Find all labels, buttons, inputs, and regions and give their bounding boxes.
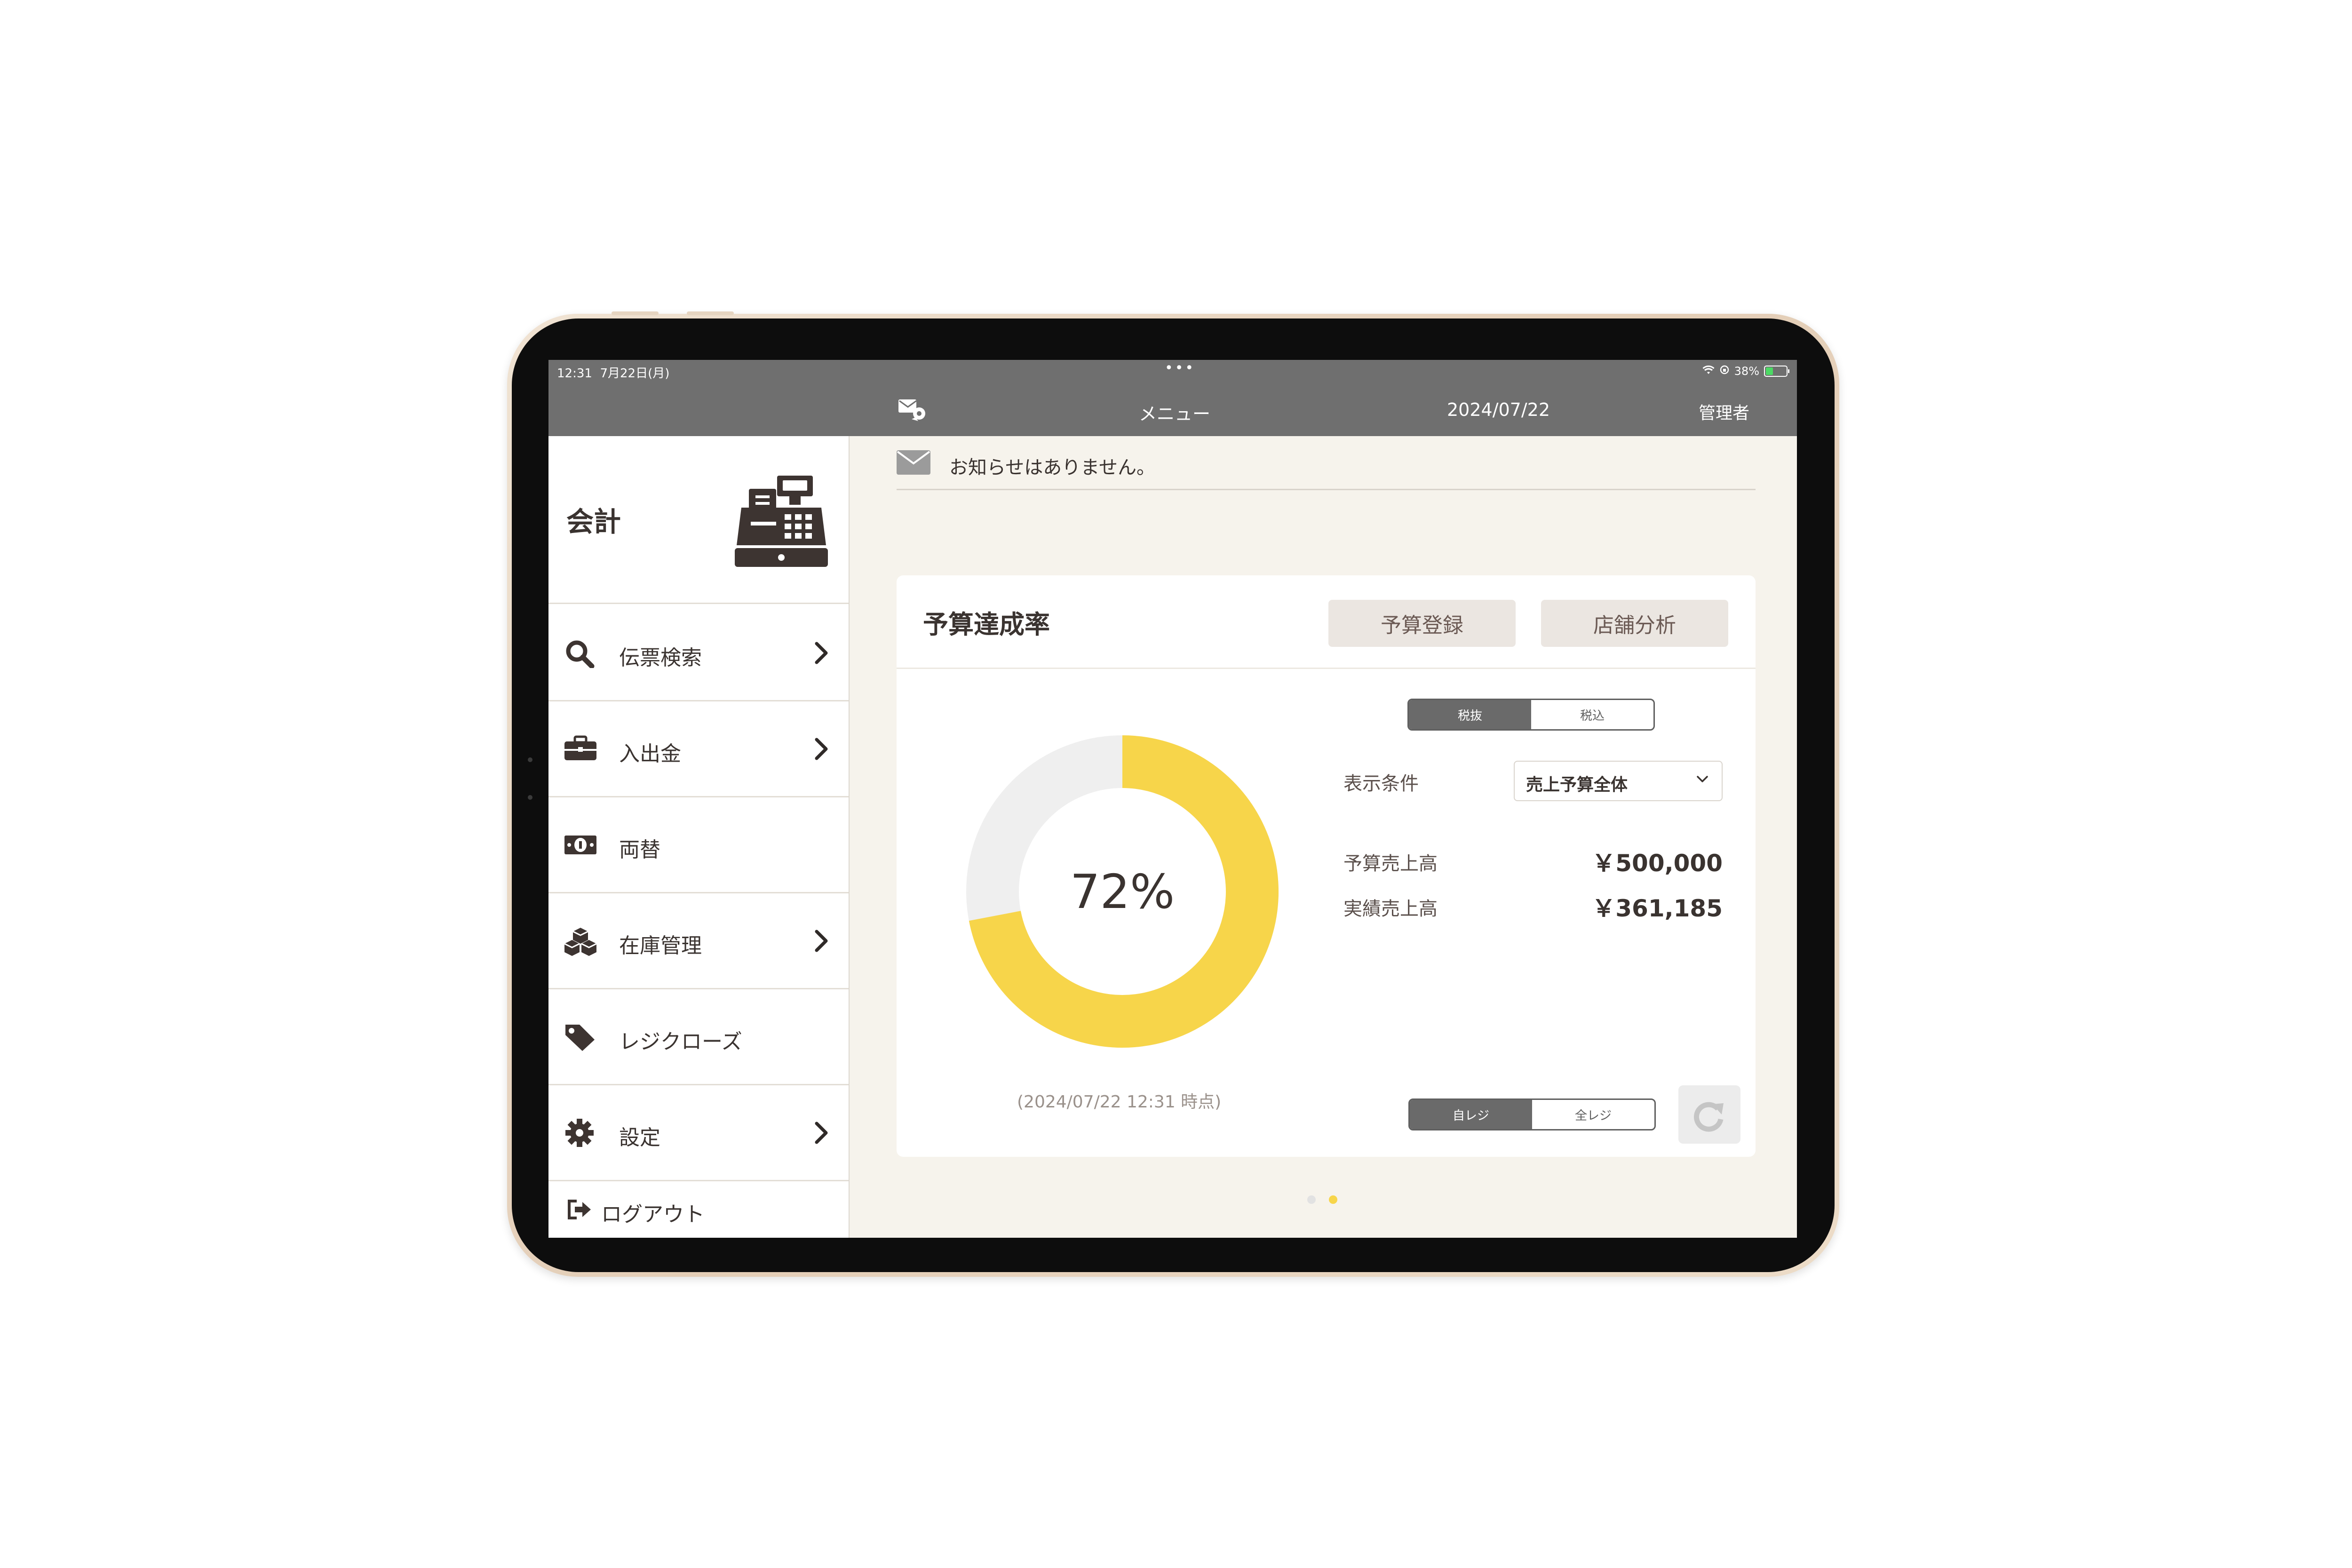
sidebar-item-cash-in-out[interactable]: 入出金 [548,700,849,797]
sidebar-item-inventory[interactable]: 在庫管理 [548,892,849,989]
camera-dot [528,757,532,762]
sidebar-item-label: 設定 [619,1126,660,1150]
budget-register-button[interactable]: 予算登録 [1328,600,1516,647]
notice-text: お知らせはありません。 [949,457,1155,478]
notice-bar[interactable]: お知らせはありません。 [897,446,1756,490]
logout-button[interactable]: ログアウト [548,1181,849,1238]
budget-card: 予算達成率 予算登録 店舗分析 税抜 税込 表示条件 売上予算全体 予算売上高 … [897,575,1756,1157]
page-indicator-dot[interactable] [1307,1195,1316,1204]
refresh-button[interactable] [1678,1085,1740,1144]
chevron-right-icon [815,930,828,952]
condition-select[interactable]: 売上予算全体 [1514,761,1723,801]
status-time: 12:31 7月22日(月) [557,366,670,381]
sidebar-title: 会計 [566,506,621,538]
volume-up-button [612,311,659,315]
budget-sales-value: ￥500,000 [1592,850,1723,877]
sensor-dot [528,795,532,800]
sidebar-item-label: 入出金 [619,742,681,766]
page-indicator-dot[interactable] [1329,1195,1337,1204]
refresh-icon [1693,1102,1724,1132]
card-header: 予算達成率 予算登録 店舗分析 [897,575,1756,669]
chevron-down-icon [1697,776,1708,782]
status-indicators: 38% [1702,365,1789,378]
user-role[interactable]: 管理者 [1699,399,1749,424]
sidebar-item-label: 在庫管理 [619,934,702,958]
search-icon [566,640,595,668]
all-registers-option[interactable]: 全レジ [1532,1100,1654,1129]
sidebar-item-label: 両替 [619,838,660,862]
sidebar-item-label: レジクローズ [619,1030,742,1054]
volume-down-button [687,311,734,315]
orientation-lock-icon [1719,365,1730,378]
tag-icon [565,1025,595,1051]
multitask-dots[interactable]: ••• [1165,360,1195,376]
tax-excluded-option[interactable]: 税抜 [1409,700,1531,729]
tax-included-option[interactable]: 税込 [1531,700,1653,729]
sidebar-header[interactable]: 会計 [548,436,849,604]
cash-register-icon [735,476,828,567]
register-scope-toggle: 自レジ 全レジ [1408,1098,1656,1130]
chevron-right-icon [815,642,828,664]
logout-label: ログアウト [601,1202,705,1226]
screen: 12:31 7月22日(月) ••• 38% メニュー 2024/07/22 管… [548,360,1797,1238]
sidebar-item-register-close[interactable]: レジクローズ [548,988,849,1085]
nav-date: 2024/07/22 [1447,399,1550,420]
achievement-percent: 72% [1070,864,1175,919]
banknote-icon [564,836,596,854]
sidebar-item-settings[interactable]: 設定 [548,1084,849,1181]
battery-percent: 38% [1734,365,1759,378]
boxes-icon [564,928,597,956]
actual-sales-value: ￥361,185 [1592,895,1723,922]
sidebar-item-exchange[interactable]: 両替 [548,796,849,893]
gear-icon [565,1119,594,1147]
actual-sales-label: 実績売上高 [1343,898,1438,920]
own-register-option[interactable]: 自レジ [1410,1100,1532,1129]
chevron-right-icon [815,1122,828,1144]
status-bar: 12:31 7月22日(月) ••• 38% [548,360,1797,383]
nav-bar: メニュー 2024/07/22 管理者 [548,383,1797,436]
store-analysis-button[interactable]: 店舗分析 [1541,600,1728,647]
sidebar-item-label: 伝票検索 [619,646,702,670]
card-title: 予算達成率 [923,610,1050,639]
sidebar-item-slip-search[interactable]: 伝票検索 [548,604,849,701]
wifi-icon [1702,365,1715,378]
data-timestamp: (2024/07/22 12:31 時点) [1017,1092,1222,1112]
budget-sales-label: 予算売上高 [1343,853,1438,875]
logout-icon [568,1200,591,1219]
sidebar: 会計 伝票検索 入出金 両替 在庫管理 レジクローズ 設定 ログアウト [548,436,850,1238]
briefcase-icon [564,735,596,760]
notification-settings-icon[interactable] [898,397,928,423]
page-title: メニュー [1139,404,1211,424]
battery-icon [1764,366,1789,377]
chevron-right-icon [815,738,828,760]
condition-label: 表示条件 [1343,773,1419,795]
tax-toggle: 税抜 税込 [1407,699,1655,731]
mail-icon [897,450,930,475]
condition-value: 売上予算全体 [1526,775,1628,795]
achievement-donut: 72% [962,732,1282,1051]
